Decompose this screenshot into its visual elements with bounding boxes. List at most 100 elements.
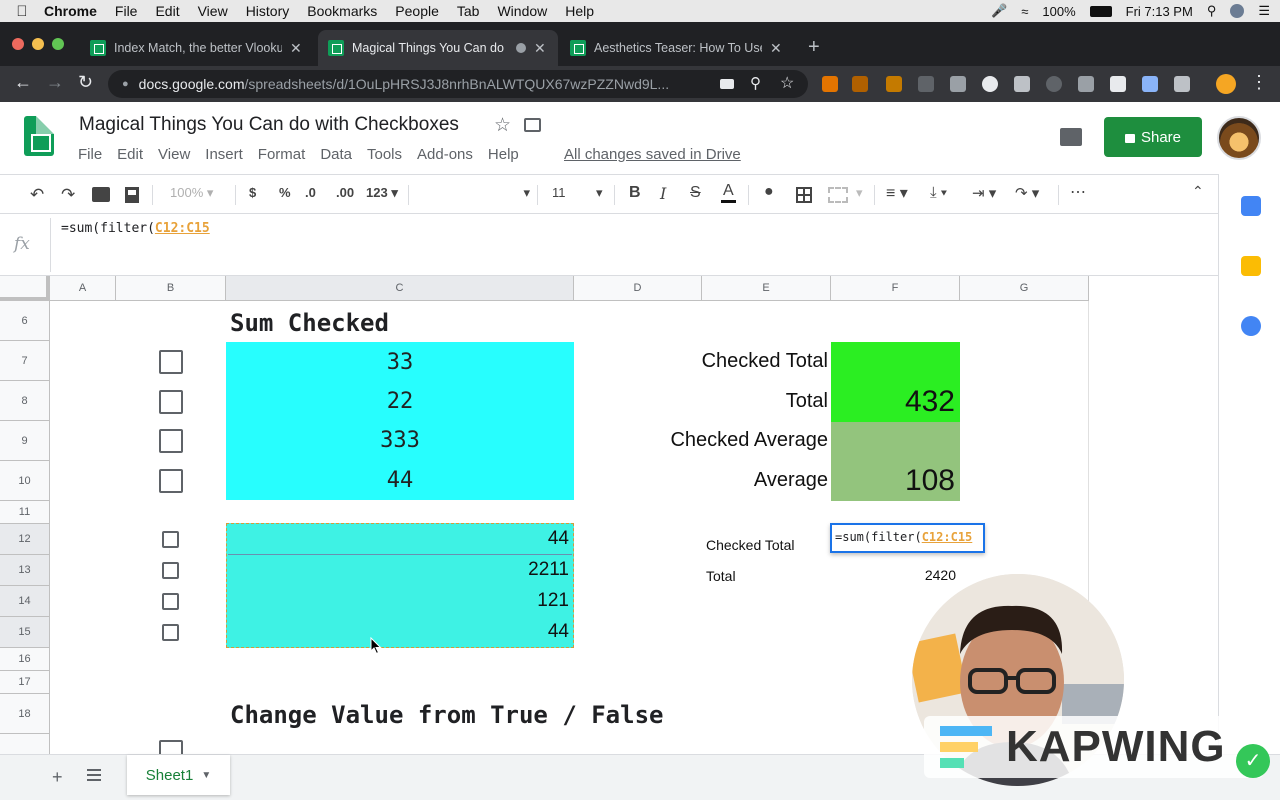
extension-icon[interactable] xyxy=(886,76,902,92)
more-options-icon[interactable]: ⋯ xyxy=(1070,182,1086,202)
reload-icon[interactable]: ↻ xyxy=(78,72,93,93)
keep-icon[interactable] xyxy=(1241,256,1261,276)
menu-edit[interactable]: Edit xyxy=(155,3,179,19)
row-header-11[interactable]: 11 xyxy=(0,501,50,524)
extension-icon[interactable] xyxy=(1014,76,1030,92)
close-tab-icon[interactable]: ✕ xyxy=(770,40,782,57)
value-cell-c10[interactable]: 44 xyxy=(226,468,574,493)
value-cell-c8[interactable]: 22 xyxy=(226,389,574,414)
checkbox-b13[interactable] xyxy=(162,562,179,579)
all-sheets-menu-icon[interactable] xyxy=(87,769,101,781)
add-sheet-icon[interactable]: + xyxy=(52,767,63,788)
checkbox-b9[interactable] xyxy=(159,429,183,453)
merge-cells-icon[interactable] xyxy=(828,187,848,203)
row-header-9[interactable]: 9 xyxy=(0,421,50,461)
microphone-icon[interactable]: 🎤 xyxy=(991,3,1007,19)
row-header-13[interactable]: 13 xyxy=(0,555,50,586)
docs-menu-insert[interactable]: Insert xyxy=(205,146,243,163)
menu-history[interactable]: History xyxy=(246,3,290,19)
tasks-icon[interactable] xyxy=(1241,316,1261,336)
extension-icon[interactable] xyxy=(1046,76,1062,92)
window-zoom-button[interactable] xyxy=(52,38,64,50)
address-bar[interactable]: ● docs.google.com /spreadsheets/d/1OuLpH… xyxy=(108,70,808,98)
italic-button[interactable]: I xyxy=(660,184,666,203)
row-header-15[interactable]: 15 xyxy=(0,617,50,648)
calendar-icon[interactable] xyxy=(1241,196,1261,216)
docs-menu-help[interactable]: Help xyxy=(488,146,519,163)
move-to-folder-icon[interactable] xyxy=(524,118,541,132)
text-rotation-icon[interactable]: ↷ ▾ xyxy=(1015,184,1039,202)
checkbox-b12[interactable] xyxy=(162,531,179,548)
row-header-14[interactable]: 14 xyxy=(0,586,50,617)
window-minimize-button[interactable] xyxy=(32,38,44,50)
browser-tab-magical-things[interactable]: Magical Things You Can do ✕ xyxy=(318,30,558,66)
checkbox-b15[interactable] xyxy=(162,624,179,641)
docs-menu-edit[interactable]: Edit xyxy=(117,146,143,163)
active-cell-editor-f12[interactable]: =sum(filter(C12:C15 xyxy=(830,523,985,553)
google-sheets-logo-icon[interactable] xyxy=(24,116,54,156)
row-header-18[interactable]: 18 xyxy=(0,694,50,734)
bold-button[interactable]: B xyxy=(629,184,641,202)
paint-format-icon[interactable] xyxy=(125,187,139,203)
docs-menu-view[interactable]: View xyxy=(158,146,190,163)
more-formats-button[interactable]: 123 ▾ xyxy=(366,185,398,201)
share-button[interactable]: Share xyxy=(1104,117,1202,157)
extension-icon[interactable] xyxy=(1078,76,1094,92)
chrome-menu-icon[interactable]: ⋮ xyxy=(1250,72,1268,93)
new-tab-icon[interactable]: + xyxy=(808,36,820,59)
row-header-8[interactable]: 8 xyxy=(0,381,50,421)
column-header-e[interactable]: E xyxy=(702,276,831,301)
extension-icon[interactable] xyxy=(1110,76,1126,92)
borders-icon[interactable] xyxy=(796,187,812,203)
sheet-tab-sheet1[interactable]: Sheet1 ▼ xyxy=(127,755,230,795)
user-icon[interactable] xyxy=(1230,4,1245,18)
value-cell-c15[interactable]: 44 xyxy=(226,621,569,643)
column-header-a[interactable]: A xyxy=(50,276,116,301)
row-header-7[interactable]: 7 xyxy=(0,341,50,381)
extension-icon[interactable] xyxy=(982,76,998,92)
row-header-17[interactable]: 17 xyxy=(0,671,50,694)
column-header-c[interactable]: C xyxy=(226,276,574,301)
horizontal-align-icon[interactable]: ≡ ▾ xyxy=(886,183,908,203)
row-header-12[interactable]: 12 xyxy=(0,524,50,555)
battery-percent[interactable]: 100% xyxy=(1042,4,1075,19)
star-icon[interactable]: ☆ xyxy=(494,114,511,137)
value-cell-c7[interactable]: 33 xyxy=(226,350,574,375)
extension-icon[interactable] xyxy=(918,76,934,92)
battery-icon[interactable] xyxy=(1089,5,1112,17)
docs-menu-format[interactable]: Format xyxy=(258,146,306,163)
docs-menu-addons[interactable]: Add-ons xyxy=(417,146,473,163)
value-cell-f13[interactable]: 2420 xyxy=(831,567,956,583)
value-cell-c14[interactable]: 121 xyxy=(226,590,569,612)
redo-icon[interactable]: ↷ xyxy=(61,185,75,205)
merge-menu-icon[interactable]: ▾ xyxy=(856,185,863,201)
extension-icon[interactable] xyxy=(950,76,966,92)
checkbox-b8[interactable] xyxy=(159,390,183,414)
decrease-decimal-button[interactable]: .0 xyxy=(305,185,316,200)
row-header-6[interactable]: 6 xyxy=(0,301,50,341)
checkbox-b7[interactable] xyxy=(159,350,183,374)
undo-icon[interactable]: ↶ xyxy=(30,185,44,205)
bookmark-star-icon[interactable]: ☆ xyxy=(780,73,794,93)
extension-icon[interactable] xyxy=(1174,76,1190,92)
format-percent-button[interactable]: % xyxy=(279,185,291,200)
wifi-icon[interactable]: ≈ xyxy=(1021,4,1028,19)
font-family-select[interactable]: ▾ xyxy=(420,185,530,201)
browser-tab-aesthetics-teaser[interactable]: Aesthetics Teaser: How To Use ✕ xyxy=(560,30,796,66)
comments-icon[interactable] xyxy=(1060,128,1082,146)
save-status[interactable]: All changes saved in Drive xyxy=(564,146,741,163)
menu-file[interactable]: File xyxy=(115,3,138,19)
collapse-toolbar-icon[interactable]: ⌃ xyxy=(1192,183,1204,200)
formula-bar[interactable]: fx =sum(filter(C12:C15 xyxy=(0,214,1218,276)
back-arrow-icon[interactable]: ← xyxy=(14,72,32,93)
menu-view[interactable]: View xyxy=(198,3,228,19)
close-tab-icon[interactable]: ✕ xyxy=(534,40,546,57)
checkbox-b19[interactable] xyxy=(159,740,183,754)
extension-icon[interactable] xyxy=(822,76,838,92)
camera-icon[interactable] xyxy=(720,79,734,89)
formula-input[interactable]: =sum(filter(C12:C15 xyxy=(61,221,210,236)
menu-tab[interactable]: Tab xyxy=(457,3,480,19)
clock[interactable]: Fri 7:13 PM xyxy=(1126,4,1193,19)
docs-menu-data[interactable]: Data xyxy=(320,146,352,163)
forward-arrow-icon[interactable]: → xyxy=(46,72,64,93)
